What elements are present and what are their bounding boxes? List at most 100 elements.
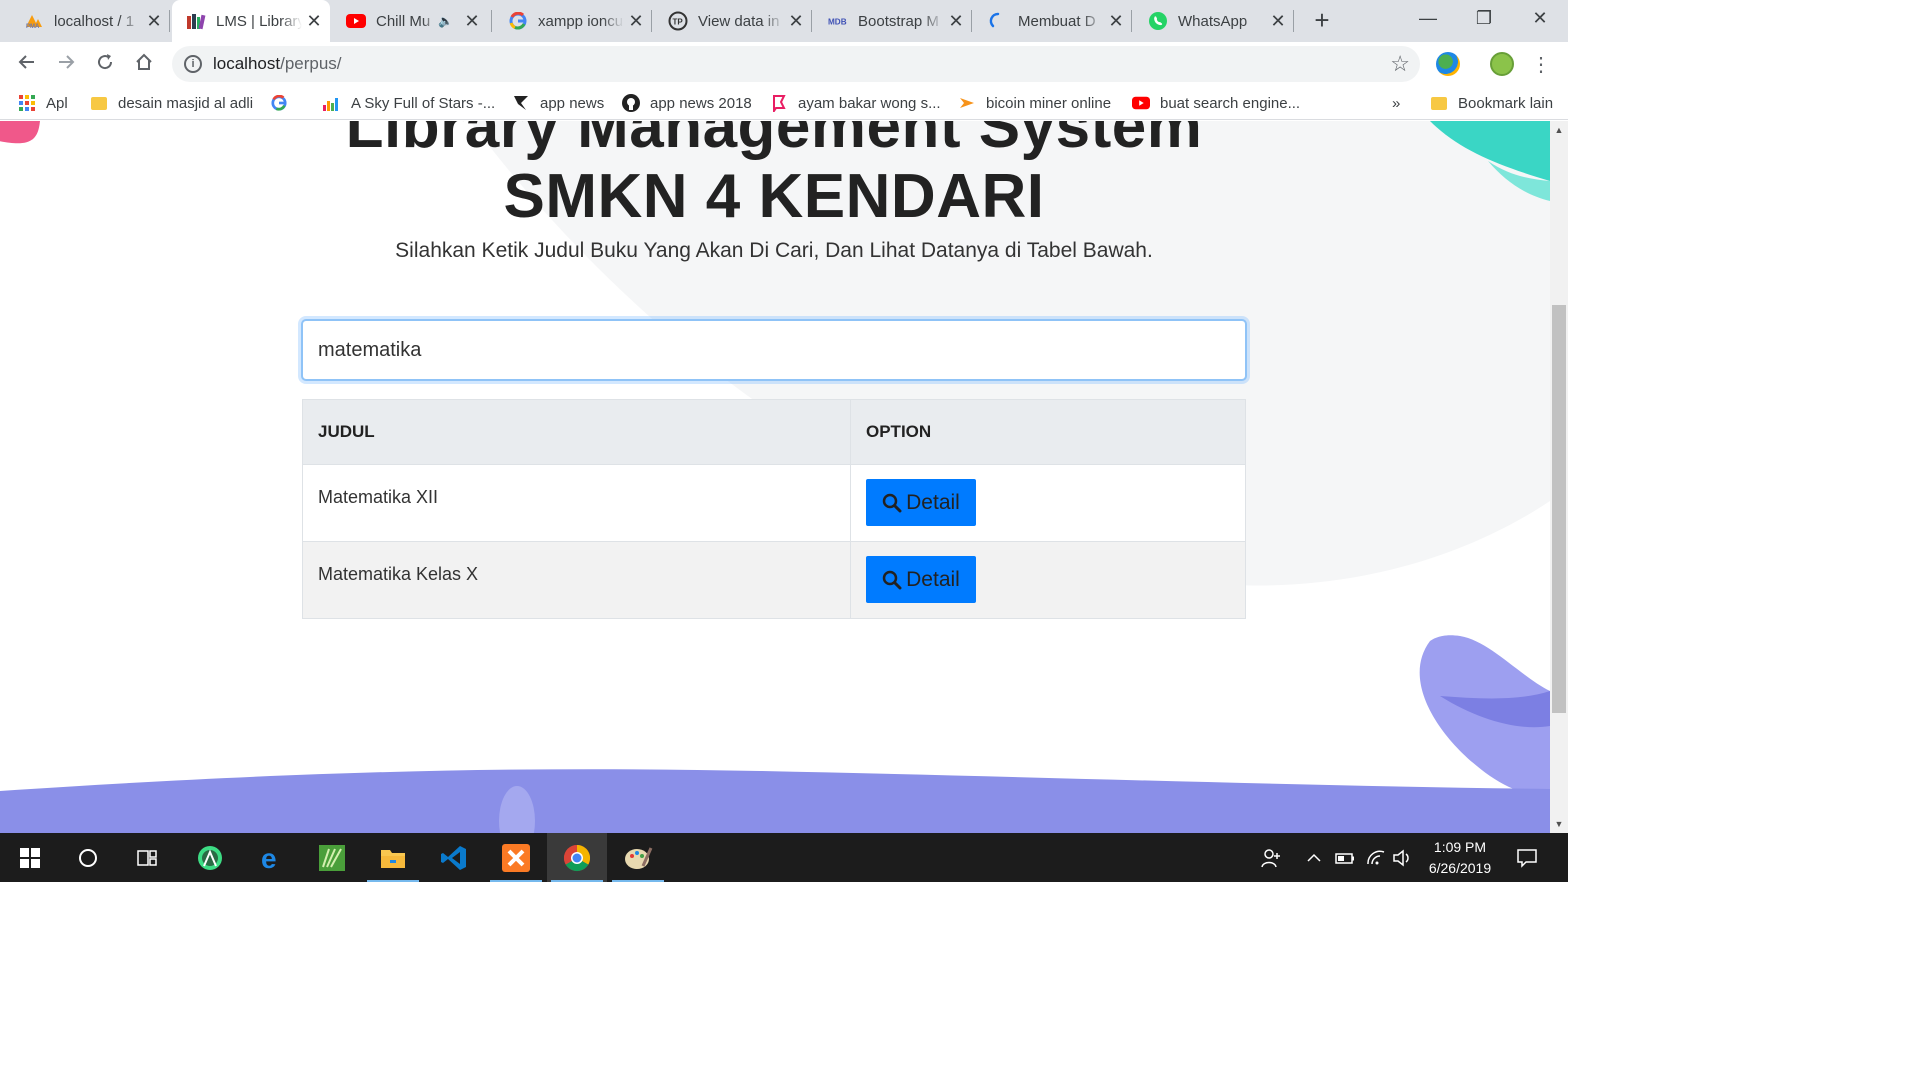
youtube-icon [1132,94,1150,112]
tab-view-data[interactable]: TP View data in ✕ [654,0,812,42]
scroll-down-arrow-icon[interactable]: ▼ [1550,819,1568,829]
tab-membuat[interactable]: Membuat D ✕ [974,0,1132,42]
close-icon[interactable]: ✕ [1266,11,1290,32]
tab-title: Membuat D [1018,12,1096,30]
system-clock[interactable]: 1:09 PM 6/26/2019 [1420,837,1500,879]
tab-title: WhatsApp [1178,12,1248,30]
browser-toolbar: i localhost/perpus/ ☆ ⋮ [0,42,1568,86]
svg-text:e: e [261,844,277,872]
tab-title: LMS | Library [216,12,302,30]
close-icon[interactable]: ✕ [784,11,808,32]
home-icon [136,53,152,70]
google-icon [508,11,528,31]
tab-title: Chill Mu [376,12,431,30]
bookmark-desain-masjid[interactable]: desain masjid al adli [90,92,253,114]
arrow-right-icon [59,55,75,69]
tab-whatsapp[interactable]: WhatsApp ✕ [1134,0,1294,42]
google-icon [270,94,288,112]
notification-center-icon[interactable] [1516,833,1538,882]
paint-icon[interactable] [608,833,668,882]
chrome-icon[interactable] [547,833,607,882]
svg-text:TP: TP [673,18,684,27]
bookmark-app-news[interactable]: app news [512,92,604,114]
sublime-icon[interactable] [302,833,362,882]
close-icon[interactable]: ✕ [302,11,326,32]
cortana-icon[interactable] [58,833,118,882]
detail-button[interactable]: Detail [866,556,976,603]
tab-lms-library[interactable]: LMS | Library ✕ [172,0,330,42]
svg-text:MDB: MDB [828,18,847,27]
chevron-up-icon[interactable] [1306,833,1322,882]
apps-grid-icon [18,94,36,112]
close-window-button[interactable]: ✕ [1512,0,1568,36]
youtube-icon [346,11,366,31]
bookmark-google[interactable] [270,92,298,114]
reload-button[interactable] [90,50,120,80]
bookmark-app-news-2018[interactable]: app news 2018 [622,92,752,114]
tab-phpmyadmin[interactable]: PMA localhost / 1 ✕ [10,0,170,42]
book-search-input[interactable] [301,319,1247,381]
windows-start-icon[interactable] [0,833,60,882]
page-viewport: Library Management System SMKN 4 KENDARI… [0,121,1550,833]
profile-avatar[interactable] [1490,52,1514,76]
people-icon[interactable] [1260,833,1282,882]
page-scrollbar[interactable]: ▲ ▼ [1550,121,1568,833]
folder-icon [90,94,108,112]
close-icon[interactable]: ✕ [1104,11,1128,32]
tab-strip: PMA localhost / 1 ✕ LMS | Library ✕ Chil… [0,0,1568,42]
bitcoin-icon [958,94,976,112]
forward-button[interactable] [51,50,81,80]
mdb-icon: MDB [828,11,848,31]
volume-icon[interactable] [1392,833,1412,882]
tab-title: Bootstrap M [858,12,939,30]
minimize-button[interactable]: — [1400,0,1456,36]
android-studio-icon[interactable] [180,833,240,882]
extension-globe-icon[interactable] [1436,52,1460,76]
file-explorer-icon[interactable] [363,833,423,882]
app-news-icon [512,94,530,112]
bookmark-search-engine[interactable]: buat search engine... [1132,92,1300,114]
tab-title: localhost / 1 [54,12,135,30]
search-icon [882,493,902,512]
info-icon[interactable]: i [184,55,202,73]
tab-title: View data in [698,12,780,30]
xampp-icon[interactable] [486,833,546,882]
menu-kebab-icon[interactable]: ⋮ [1526,50,1556,80]
other-bookmarks[interactable]: Bookmark lain [1430,92,1553,114]
close-icon[interactable]: ✕ [944,11,968,32]
edge-icon[interactable]: e [242,833,302,882]
bookmark-bitcoin-miner[interactable]: bicoin miner online [958,92,1111,114]
page-title-school: SMKN 4 KENDARI [503,162,1045,231]
book-title-cell: Matematika XII [302,464,851,542]
detail-button[interactable]: Detail [866,479,976,526]
speaker-icon[interactable]: 🔈 [438,14,460,28]
task-view-icon[interactable] [117,833,177,882]
tab-title: xampp ioncu [538,12,624,30]
close-icon[interactable]: ✕ [142,11,166,32]
back-button[interactable] [12,50,42,80]
restore-button[interactable]: ❐ [1456,0,1512,36]
tab-xampp-ioncube[interactable]: xampp ioncu ✕ [494,0,652,42]
new-tab-button[interactable]: + [1308,6,1336,34]
scroll-up-arrow-icon[interactable]: ▲ [1550,125,1568,135]
bookmark-ayam-bakar[interactable]: ayam bakar wong s... [770,92,941,114]
battery-icon[interactable] [1334,833,1356,882]
tab-chill-music[interactable]: Chill Mu 🔈 ✕ [332,0,492,42]
tab-bootstrap-mdb[interactable]: MDB Bootstrap M ✕ [814,0,972,42]
close-icon[interactable]: ✕ [460,11,484,32]
wifi-icon[interactable] [1366,833,1386,882]
scrollbar-thumb[interactable] [1552,305,1566,713]
bookmark-sky-full-of-stars[interactable]: A Sky Full of Stars -... [323,92,495,114]
bookmark-apps[interactable]: Apl [18,92,68,114]
bookmark-star-icon[interactable]: ☆ [1390,51,1410,77]
phpmyadmin-icon: PMA [24,11,44,31]
folder-icon [1430,94,1448,112]
home-button[interactable] [129,50,159,80]
bookmarks-overflow-button[interactable]: » [1392,92,1400,114]
reload-icon [98,54,113,70]
whatsapp-icon [1148,11,1168,31]
books-icon [186,11,206,31]
address-bar[interactable]: i localhost/perpus/ ☆ [172,46,1420,82]
vscode-icon[interactable] [424,833,484,882]
close-icon[interactable]: ✕ [624,11,648,32]
